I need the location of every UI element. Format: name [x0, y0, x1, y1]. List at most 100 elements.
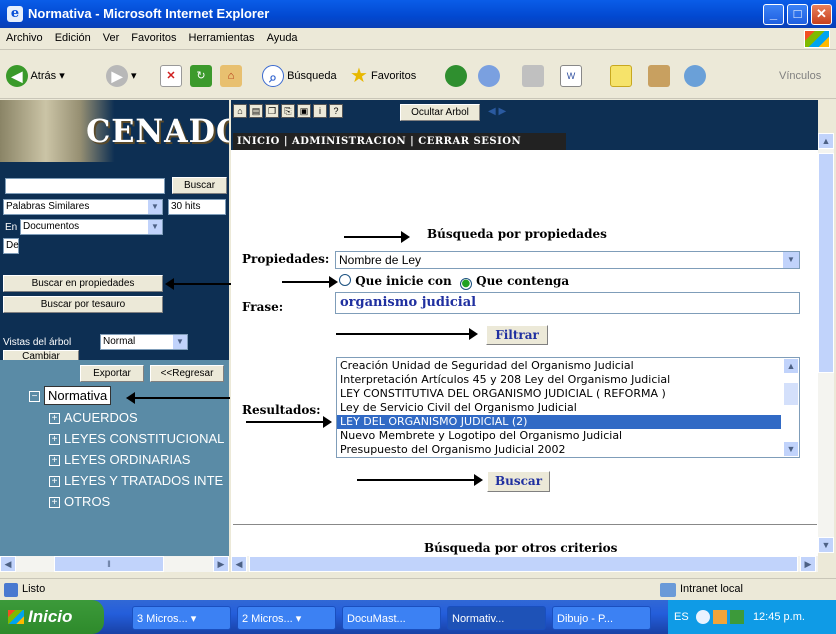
- search-icon: ⌕: [262, 65, 284, 88]
- menu-favoritos[interactable]: Favoritos: [125, 28, 182, 44]
- result-item[interactable]: LEY CONSTITUTIVA DEL ORGANISMO JUDICIAL …: [337, 387, 781, 401]
- back-button[interactable]: ◀ Atrás ▾: [6, 65, 65, 88]
- radio-contains[interactable]: ● Que contenga: [459, 274, 569, 290]
- tree-item-acuerdos[interactable]: + ACUERDOS: [49, 410, 138, 425]
- title-bar: e Normativa - Microsoft Internet Explore…: [0, 0, 836, 28]
- close-button[interactable]: ✕: [811, 4, 832, 25]
- annotation-arrow: [165, 278, 231, 290]
- help-small-icon[interactable]: ?: [329, 104, 343, 118]
- note-icon[interactable]: [610, 65, 632, 87]
- nav-bar[interactable]: INICIO | ADMINISTRACION | CERRAR SESION: [233, 133, 566, 150]
- task-powerpoint[interactable]: 2 Micros... ▾: [237, 606, 336, 630]
- phrase-input[interactable]: organismo judicial: [335, 292, 800, 314]
- system-tray: ES 12:45 p.m.: [668, 600, 836, 634]
- result-item[interactable]: LEY DEL ORGANISMO JUDICIAL (2): [337, 415, 781, 429]
- research-icon[interactable]: [648, 65, 670, 87]
- search-thesaurus-button[interactable]: Buscar por tesauro: [3, 296, 163, 313]
- tree-item-leyes-ordinarias[interactable]: + LEYES ORDINARIAS: [49, 452, 190, 467]
- print-icon[interactable]: [522, 65, 544, 87]
- search-results-button[interactable]: Buscar: [487, 471, 550, 492]
- status-bar: Listo Intranet local: [0, 578, 836, 600]
- search-button[interactable]: ⌕ Búsqueda: [262, 65, 337, 88]
- annotation-arrow: [246, 416, 332, 428]
- nav-arrows-icon[interactable]: ◀ ▶: [488, 106, 506, 117]
- stop-icon[interactable]: ✕: [160, 65, 182, 87]
- result-item[interactable]: Nuevo Membrete y Logotipo del Organismo …: [337, 429, 781, 443]
- left-hscrollbar[interactable]: ◀ ‖ ▶: [0, 556, 229, 572]
- copy-small-icon[interactable]: ❐: [265, 104, 279, 118]
- divider: [233, 524, 817, 525]
- menu-ver[interactable]: Ver: [97, 28, 126, 44]
- menu-herramientas[interactable]: Herramientas: [183, 28, 261, 44]
- word-icon[interactable]: W: [560, 65, 582, 87]
- print-small-icon[interactable]: ▤: [249, 104, 263, 118]
- star-icon: ★: [350, 65, 368, 88]
- windows-logo-icon: [804, 30, 830, 48]
- en-label: En: [5, 222, 18, 233]
- doc-small-icon[interactable]: ▣: [297, 104, 311, 118]
- documents-select[interactable]: Documentos ▼: [20, 219, 163, 235]
- filter-button[interactable]: Filtrar: [486, 325, 548, 345]
- zone-text: Intranet local: [680, 583, 743, 595]
- menu-archivo[interactable]: Archivo: [0, 28, 49, 44]
- content-hscrollbar[interactable]: ◀ ▶: [231, 556, 818, 572]
- tray-app-icon[interactable]: [712, 610, 727, 625]
- similar-words-select[interactable]: Palabras Similares ▼: [3, 199, 163, 215]
- task-paint[interactable]: Dibujo - P...: [552, 606, 651, 630]
- other-criteria-title: Búsqueda por otros criterios: [424, 541, 618, 555]
- history-icon[interactable]: [445, 65, 467, 87]
- tree-item-leyes-tratados[interactable]: + LEYES Y TRATADOS INTE: [49, 473, 229, 488]
- lang-indicator[interactable]: ES: [674, 611, 689, 623]
- phrase-label: Frase:: [242, 300, 284, 314]
- search-properties-button[interactable]: Buscar en propiedades: [3, 275, 163, 292]
- tree-item-leyes-constitucionales[interactable]: + LEYES CONSTITUCIONAL: [49, 431, 229, 446]
- menu-ayuda[interactable]: Ayuda: [261, 28, 304, 44]
- home-small-icon[interactable]: ⌂: [233, 104, 247, 118]
- results-label: Resultados:: [242, 403, 321, 417]
- tree-root[interactable]: − Normativa: [29, 386, 112, 405]
- home-icon[interactable]: ⌂: [220, 65, 242, 87]
- result-item[interactable]: Creación Unidad de Seguridad del Organis…: [337, 359, 781, 373]
- forward-button[interactable]: ▶ ▾: [106, 65, 137, 88]
- forward-arrow-icon: ▶: [106, 65, 128, 88]
- info-small-icon[interactable]: i: [313, 104, 327, 118]
- task-normativa[interactable]: Normativ...: [447, 606, 546, 630]
- refresh-icon[interactable]: ↻: [190, 65, 212, 87]
- status-text: Listo: [22, 583, 46, 595]
- back-tree-button[interactable]: <<Regresar: [150, 365, 224, 382]
- result-item[interactable]: Interpretación Artículos 45 y 208 Ley de…: [337, 373, 781, 387]
- search-button-left[interactable]: Buscar: [172, 177, 227, 194]
- clock: 12:45 p.m.: [752, 611, 805, 623]
- radio-starts-with[interactable]: Que inicie con: [339, 274, 452, 288]
- maximize-button[interactable]: □: [787, 4, 808, 25]
- minimize-button[interactable]: _: [763, 4, 784, 25]
- results-listbox[interactable]: Creación Unidad de Seguridad del Organis…: [336, 357, 800, 458]
- intranet-icon: [660, 583, 676, 597]
- tray-arrow-icon[interactable]: [695, 610, 710, 625]
- result-item[interactable]: Presupuesto del Organismo Judicial 2002: [337, 443, 781, 457]
- cenadoj-logo: CENADO: [0, 100, 229, 162]
- tree-item-otros[interactable]: + OTROS: [49, 494, 110, 509]
- content-vscrollbar[interactable]: ▲ ▼: [818, 133, 834, 553]
- export-button[interactable]: Exportar: [80, 365, 144, 382]
- menu-edicion[interactable]: Edición: [49, 28, 97, 44]
- start-button[interactable]: Inicio: [0, 600, 104, 634]
- task-word[interactable]: 3 Micros... ▾: [132, 606, 231, 630]
- windows-flag-icon: [8, 610, 24, 624]
- tree-view-select[interactable]: Normal ▼: [100, 334, 188, 350]
- messenger-icon[interactable]: [684, 65, 706, 87]
- favorites-button[interactable]: ★ Favoritos: [350, 65, 416, 87]
- export-small-icon[interactable]: ⎘: [281, 104, 295, 118]
- search-input[interactable]: [5, 178, 165, 194]
- hits-select[interactable]: 30 hits: [168, 199, 226, 215]
- mail-icon[interactable]: [478, 65, 500, 87]
- hide-tree-button[interactable]: Ocultar Arbol: [400, 104, 480, 121]
- ie-icon: e: [7, 6, 23, 22]
- tray-network-icon[interactable]: [729, 610, 744, 625]
- links-button[interactable]: Vínculos: [779, 65, 821, 87]
- properties-select[interactable]: Nombre de Ley ▼: [335, 251, 800, 269]
- task-documaster[interactable]: DocuMast...: [342, 606, 441, 630]
- menu-bar: Archivo Edición Ver Favoritos Herramientas Ay…: [0, 28, 836, 50]
- annotation-arrow: [282, 276, 338, 288]
- result-item[interactable]: Ley de Servicio Civil del Organismo Judi…: [337, 401, 781, 415]
